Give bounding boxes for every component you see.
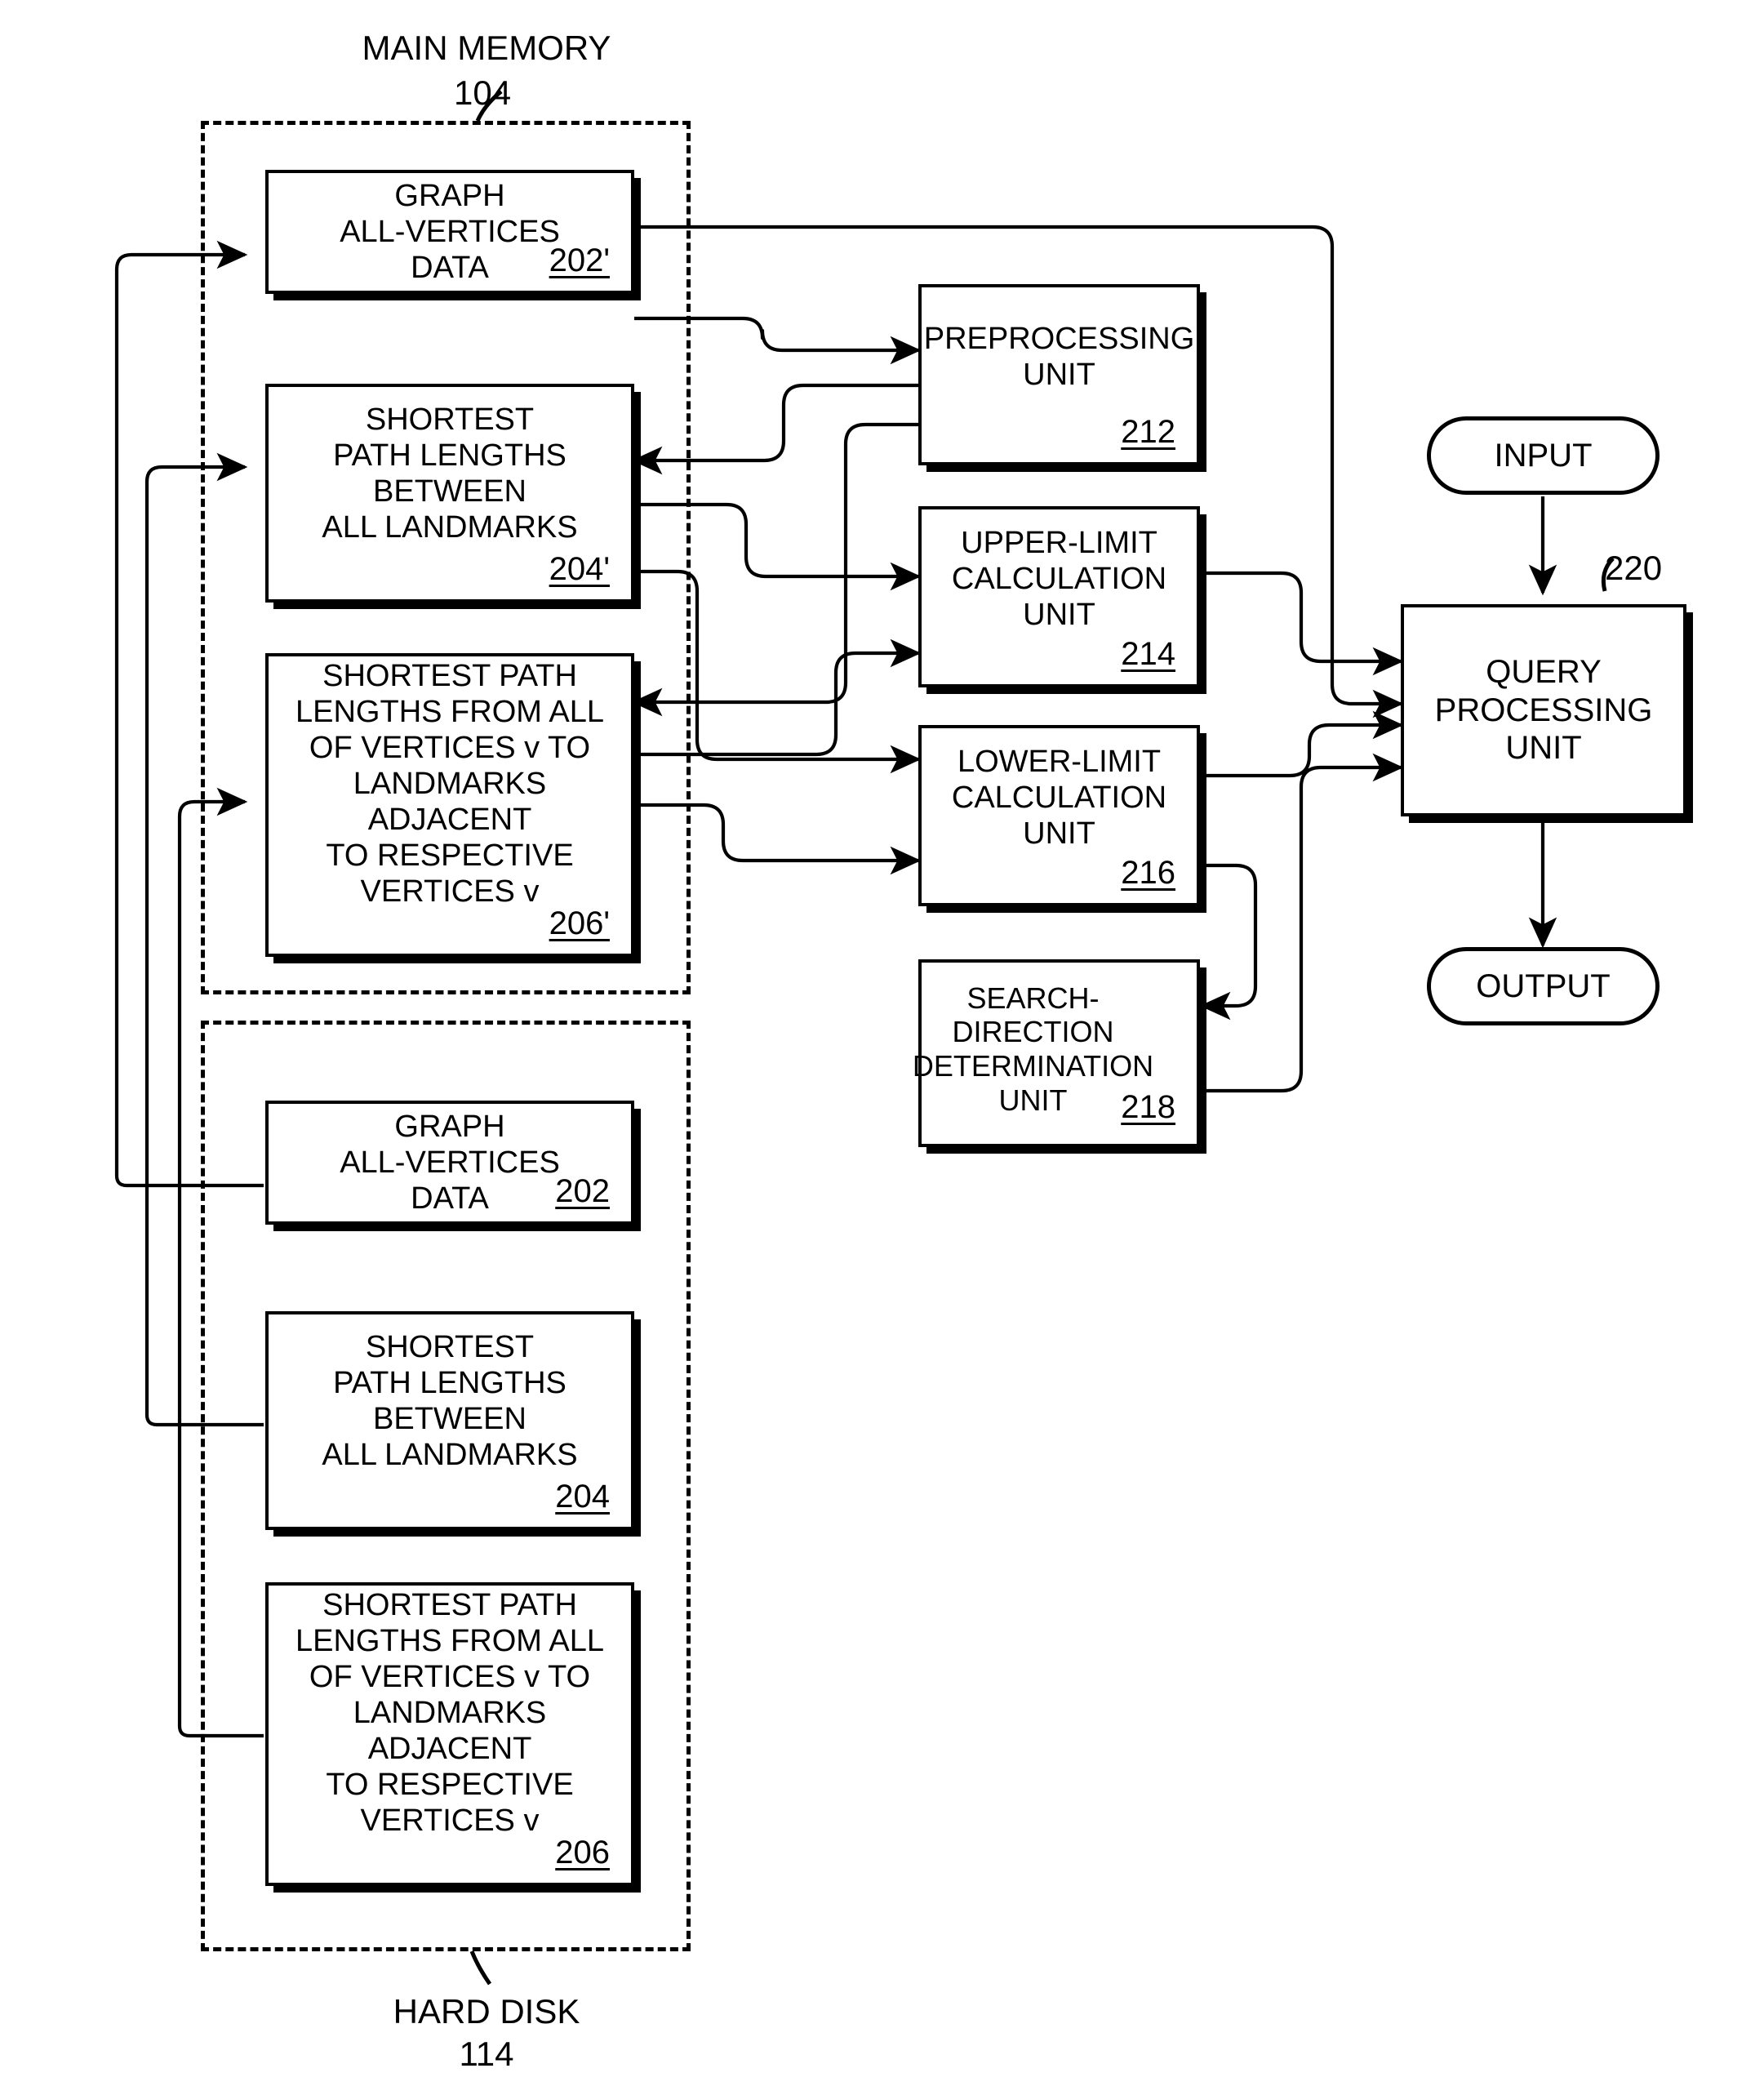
query-processing-unit-ref: 220 — [1605, 549, 1735, 588]
block-ref: 212 — [1121, 413, 1175, 450]
shortest-path-lengths-from-all-vertices-206p-block[interactable]: SHORTEST PATH LENGTHS FROM ALL OF VERTIC… — [265, 653, 634, 957]
shortest-path-lengths-between-all-landmarks-204p-block[interactable]: SHORTEST PATH LENGTHS BETWEEN ALL LANDMA… — [265, 384, 634, 603]
output-label: OUTPUT — [1476, 967, 1611, 1004]
block-text: GRAPH ALL-VERTICES DATA — [340, 1109, 560, 1217]
input-label: INPUT — [1494, 437, 1593, 474]
shortest-path-lengths-from-all-vertices-206-block[interactable]: SHORTEST PATH LENGTHS FROM ALL OF VERTIC… — [265, 1582, 634, 1886]
graph-all-vertices-data-202-block[interactable]: GRAPH ALL-VERTICES DATA 202 — [265, 1101, 634, 1225]
block-ref: 202' — [549, 242, 610, 278]
hard-disk-ref-number: 114 — [459, 2035, 514, 2073]
block-ref: 206' — [549, 905, 610, 941]
block-ref: 204' — [549, 550, 610, 587]
block-text: PREPROCESSING UNIT — [923, 321, 1195, 392]
query-processing-unit-ref-number: 220 — [1605, 549, 1663, 587]
main-memory-label: MAIN MEMORY — [323, 29, 650, 68]
lower-limit-calculation-unit-block[interactable]: LOWER-LIMIT CALCULATION UNIT 216 — [918, 725, 1200, 906]
block-ref: 204 — [555, 1478, 610, 1515]
input-terminator[interactable]: INPUT — [1427, 416, 1660, 495]
block-ref: 218 — [1121, 1088, 1175, 1125]
block-text: SEARCH- DIRECTION DETERMINATION UNIT — [912, 981, 1154, 1117]
preprocessing-unit-block[interactable]: PREPROCESSING UNIT 212 — [918, 284, 1200, 465]
block-text: SHORTEST PATH LENGTHS FROM ALL OF VERTIC… — [295, 658, 604, 910]
hard-disk-title: HARD DISK — [393, 1992, 580, 2031]
block-text: UPPER-LIMIT CALCULATION UNIT — [951, 525, 1167, 633]
hard-disk-label: HARD DISK — [323, 1992, 650, 2031]
block-text: LOWER-LIMIT CALCULATION UNIT — [951, 744, 1167, 852]
block-text: SHORTEST PATH LENGTHS BETWEEN ALL LANDMA… — [322, 1329, 578, 1473]
block-ref: 214 — [1121, 635, 1175, 672]
shortest-path-lengths-between-all-landmarks-204-block[interactable]: SHORTEST PATH LENGTHS BETWEEN ALL LANDMA… — [265, 1311, 634, 1530]
hard-disk-ref: 114 — [323, 2035, 650, 2074]
block-text: SHORTEST PATH LENGTHS FROM ALL OF VERTIC… — [295, 1587, 604, 1839]
patent-figure: MAIN MEMORY 104 GRAPH ALL-VERTICES DATA … — [0, 0, 1764, 2095]
main-memory-ref-number: 104 — [454, 73, 512, 112]
block-ref: 202 — [555, 1172, 610, 1209]
search-direction-determination-unit-block[interactable]: SEARCH- DIRECTION DETERMINATION UNIT 218 — [913, 959, 1200, 1147]
block-ref: 206 — [555, 1834, 610, 1870]
block-ref: 216 — [1121, 854, 1175, 891]
block-text: GRAPH ALL-VERTICES DATA — [340, 178, 560, 286]
query-processing-unit-block[interactable]: QUERY PROCESSING UNIT — [1401, 604, 1686, 816]
main-memory-ref: 104 — [454, 73, 584, 113]
output-terminator[interactable]: OUTPUT — [1427, 947, 1660, 1025]
block-text: QUERY PROCESSING UNIT — [1434, 654, 1653, 767]
upper-limit-calculation-unit-block[interactable]: UPPER-LIMIT CALCULATION UNIT 214 — [918, 506, 1200, 687]
main-memory-title: MAIN MEMORY — [362, 29, 611, 67]
block-text: SHORTEST PATH LENGTHS BETWEEN ALL LANDMA… — [322, 402, 578, 545]
graph-all-vertices-data-202p-block[interactable]: GRAPH ALL-VERTICES DATA 202' — [265, 170, 634, 294]
